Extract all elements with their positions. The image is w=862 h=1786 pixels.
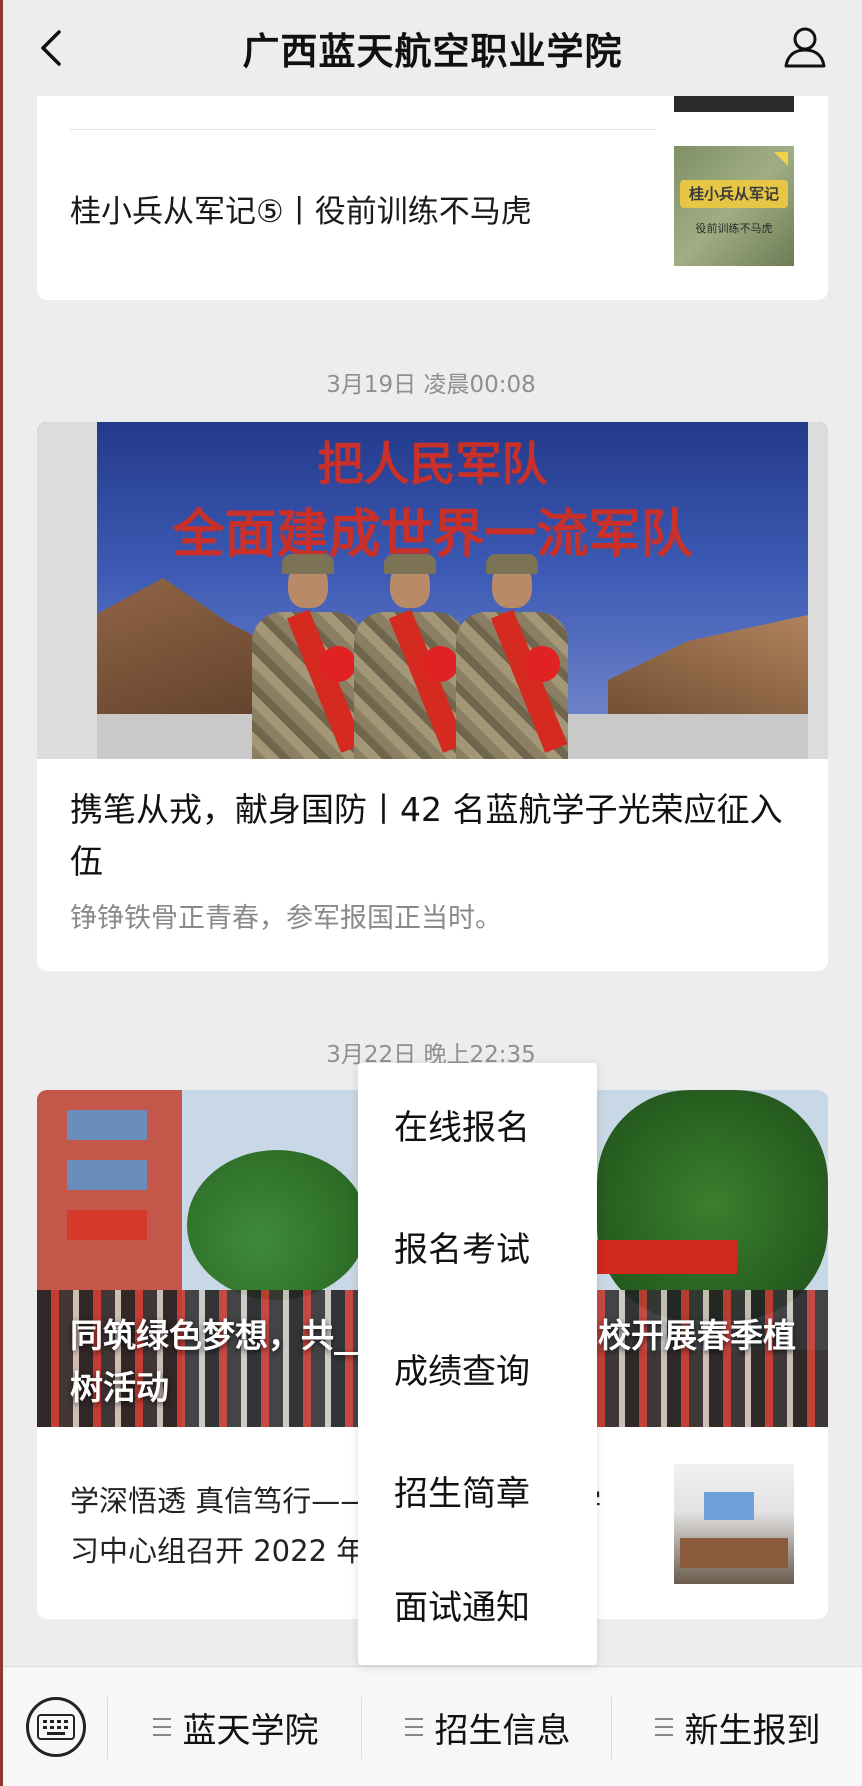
menu-tab-label: 蓝天学院 bbox=[182, 1710, 319, 1751]
submenu-popup: 在线报名 报名考试 成绩查询 招生简章 面试通知 bbox=[358, 1063, 597, 1665]
article-cover-image[interactable]: 把人民军队 全面建成世界一流军队 bbox=[37, 422, 828, 759]
submenu-item[interactable]: 面试通知 bbox=[358, 1543, 597, 1665]
menu-tab-label: 新生报到 bbox=[684, 1710, 821, 1751]
bottom-menu-bar: 蓝天学院 招生信息 新生报到 bbox=[3, 1666, 862, 1786]
message-timestamp: 3月19日 凌晨00:08 bbox=[326, 372, 536, 398]
article-headline[interactable]: 携笔从戎，献身国防丨42 名蓝航学子光荣应征入伍 bbox=[70, 784, 800, 888]
article-thumbnail[interactable] bbox=[674, 1464, 794, 1584]
keyboard-icon bbox=[37, 1714, 75, 1740]
divider bbox=[611, 1697, 612, 1759]
divider bbox=[361, 1697, 362, 1759]
submenu-item[interactable]: 招生简章 bbox=[358, 1429, 597, 1551]
article-title[interactable]: 桂小兵从军记⑤丨役前训练不马虎 bbox=[70, 186, 532, 231]
banner-slogan-line1: 把人民军队 bbox=[317, 437, 548, 491]
soldier-figure bbox=[456, 554, 568, 759]
menu-tab-lantian-college[interactable]: 蓝天学院 bbox=[113, 1695, 358, 1759]
soldier-figure bbox=[354, 554, 466, 759]
divider bbox=[70, 129, 655, 130]
meeting-table bbox=[680, 1538, 788, 1568]
soldier-figure bbox=[252, 554, 364, 759]
window-edge bbox=[0, 0, 3, 1786]
article-thumbnail[interactable]: 桂小兵从军记 役前训练不马虎 bbox=[674, 146, 794, 266]
submenu-item[interactable]: 报名考试 bbox=[358, 1185, 597, 1307]
menu-tab-label: 招生信息 bbox=[434, 1710, 571, 1751]
back-button[interactable] bbox=[29, 26, 73, 70]
page-title: 广西蓝天航空职业学院 bbox=[242, 30, 623, 73]
menu-tab-admissions-info[interactable]: 招生信息 bbox=[365, 1695, 610, 1759]
red-banner bbox=[597, 1240, 737, 1274]
thumbnail-banner-text: 桂小兵从军记 bbox=[680, 180, 788, 208]
menu-tab-freshman-registration[interactable]: 新生报到 bbox=[615, 1695, 860, 1759]
submenu-item[interactable]: 成绩查询 bbox=[358, 1307, 597, 1429]
corner-decoration bbox=[774, 152, 788, 166]
article-description: 铮铮铁骨正青春，参军报国正当时。 bbox=[70, 903, 502, 934]
thumbnail-subtitle: 役前训练不马虎 bbox=[695, 222, 773, 235]
article-thumbnail bbox=[674, 96, 794, 112]
article-card[interactable]: 把人民军队 全面建成世界一流军队 携笔从戎，献身国防丨42 名蓝航学子光荣应征入… bbox=[37, 422, 828, 971]
divider bbox=[107, 1697, 108, 1759]
person-icon bbox=[784, 27, 826, 68]
top-nav-bar: 广西蓝天航空职业学院 bbox=[3, 0, 862, 96]
trees bbox=[187, 1150, 367, 1300]
great-wall-illustration bbox=[608, 615, 808, 732]
article-card[interactable]: 桂小兵从军记⑤丨役前训练不马虎 桂小兵从军记 役前训练不马虎 bbox=[37, 96, 828, 300]
chevron-left-icon bbox=[41, 30, 61, 66]
submenu-item[interactable]: 在线报名 bbox=[358, 1063, 597, 1185]
trees bbox=[597, 1090, 828, 1320]
hamburger-icon bbox=[152, 1718, 171, 1736]
hamburger-icon bbox=[404, 1718, 423, 1736]
profile-button[interactable] bbox=[780, 22, 830, 72]
projector-screen bbox=[704, 1492, 754, 1520]
keyboard-toggle-button[interactable] bbox=[26, 1697, 86, 1757]
hamburger-icon bbox=[654, 1718, 673, 1736]
